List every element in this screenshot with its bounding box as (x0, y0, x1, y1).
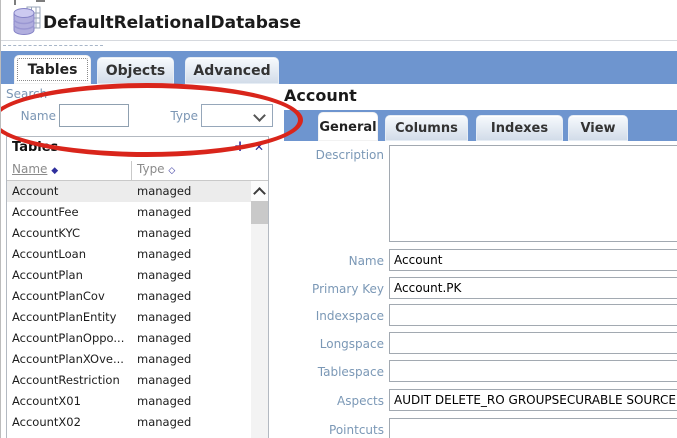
table-row[interactable]: AccountX02 managed (7, 412, 251, 433)
table-row[interactable]: AccountKYC managed (7, 223, 251, 244)
tab-columns[interactable]: Columns (385, 115, 468, 141)
table-row[interactable]: AccountLoan managed (7, 244, 251, 265)
database-icon (13, 6, 41, 41)
search-section-label: Search (6, 87, 47, 101)
table-row[interactable]: Account managed (7, 181, 251, 202)
tab-view[interactable]: View (568, 115, 628, 141)
column-header-name[interactable]: Name ◆ (12, 162, 58, 176)
longspace-field[interactable] (389, 332, 677, 354)
focus-dash-line (3, 45, 103, 46)
tab-advanced[interactable]: Advanced (185, 57, 279, 84)
indexspace-label: Indexspace (284, 309, 384, 323)
chevron-down-icon (253, 109, 266, 122)
description-label: Description (284, 148, 384, 162)
primary-key-label: Primary Key (284, 282, 384, 296)
app-window: DefaultRelationalDatabase Tables Objects… (0, 0, 677, 438)
table-row[interactable]: AccountX01 managed (7, 391, 251, 412)
add-table-button[interactable]: + (232, 138, 248, 154)
table-row[interactable]: AccountRestriction managed (7, 370, 251, 391)
table-row[interactable]: AccountPlanEntity managed (7, 307, 251, 328)
scroll-up-icon (253, 187, 266, 200)
sort-asc-icon: ◆ (51, 166, 58, 176)
page-title: DefaultRelationalDatabase (43, 13, 301, 33)
pointcuts-field[interactable] (389, 418, 677, 438)
aspects-label: Aspects (284, 394, 384, 408)
table-column-headers: Name ◆ Type ◇ (7, 159, 268, 181)
search-type-label: Type (141, 109, 198, 123)
tables-panel: Tables + ✕ Name ◆ Type ◇ Account managed… (6, 136, 269, 438)
tab-tables[interactable]: Tables (14, 55, 91, 84)
search-name-input[interactable] (59, 104, 129, 127)
tab-indexes[interactable]: Indexes (476, 115, 563, 141)
crop-artifact (36, 0, 45, 2)
scroll-up-button[interactable] (251, 181, 268, 201)
tables-panel-title: Tables (12, 140, 58, 155)
primary-key-field[interactable] (389, 277, 677, 299)
table-row[interactable]: AccountPlan managed (7, 265, 251, 286)
table-rows: Account managed AccountFee managed Accou… (7, 181, 251, 438)
longspace-label: Longspace (284, 337, 384, 351)
header-divider (1, 40, 677, 41)
close-panel-button[interactable]: ✕ (252, 140, 266, 154)
detail-title: Account (284, 86, 357, 105)
search-type-select[interactable] (201, 104, 273, 127)
search-name-label: Name (1, 109, 56, 123)
tablespace-field[interactable] (389, 360, 677, 382)
table-row[interactable]: AccountFee managed (7, 202, 251, 223)
sort-icon: ◇ (168, 166, 175, 176)
table-row[interactable]: AccountPlanCov managed (7, 286, 251, 307)
tab-objects[interactable]: Objects (97, 57, 174, 84)
table-row[interactable]: AccountX03 managed (7, 433, 251, 438)
table-row[interactable]: AccountPlanOppo... managed (7, 328, 251, 349)
pointcuts-label: Pointcuts (284, 423, 384, 437)
scrollbar-thumb[interactable] (251, 201, 268, 224)
column-header-type[interactable]: Type ◇ (137, 162, 175, 176)
tablespace-label: Tablespace (284, 365, 384, 379)
name-field[interactable] (389, 249, 677, 271)
table-row[interactable]: AccountPlanXOve... managed (7, 349, 251, 370)
aspects-field[interactable] (389, 389, 677, 411)
name-label: Name (284, 254, 384, 268)
tab-general[interactable]: General (318, 112, 378, 141)
indexspace-field[interactable] (389, 304, 677, 326)
scrollbar[interactable] (251, 181, 268, 438)
crop-artifact (14, 0, 16, 5)
description-field[interactable] (389, 145, 677, 242)
column-divider (131, 161, 132, 180)
